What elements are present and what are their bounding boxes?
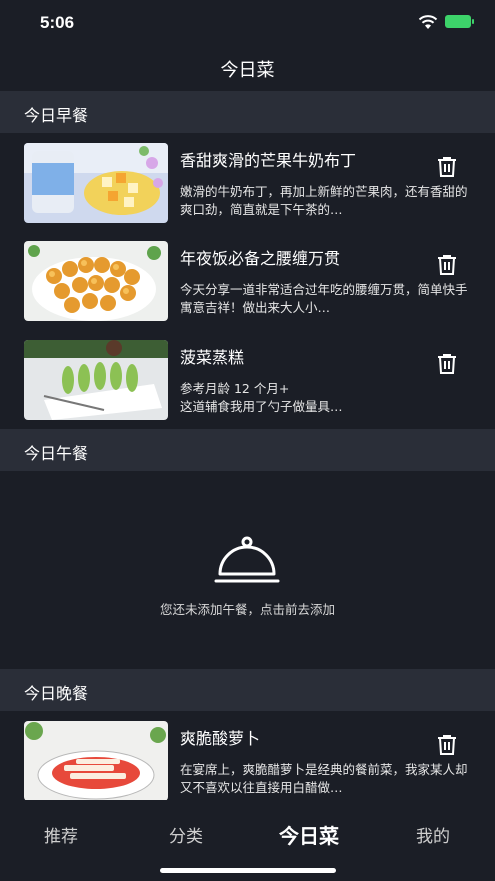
trash-icon[interactable] (435, 352, 459, 376)
trash-icon[interactable] (435, 253, 459, 277)
list-item[interactable]: 香甜爽滑的芒果牛奶布丁 嫩滑的牛奶布丁，再加上新鲜的芒果肉，还有香甜的爽口劲，简… (0, 143, 495, 231)
recipe-description: 嫩滑的牛奶布丁，再加上新鲜的芒果肉，还有香甜的爽口劲，简直就是下午茶的… (180, 184, 468, 217)
section-title: 今日晚餐 (24, 684, 89, 703)
recipe-title: 香甜爽滑的芒果牛奶布丁 (180, 151, 357, 170)
recipe-image-spinach-cake (24, 340, 168, 420)
tab-category[interactable]: 分类 (136, 822, 236, 847)
section-header-lunch: 今日午餐 (0, 429, 495, 471)
recipe-image-pickled-radish (24, 721, 168, 801)
section-header-breakfast: 今日早餐 (0, 91, 495, 133)
recipe-title: 爽脆酸萝卜 (180, 729, 261, 748)
status-time: 5:06 (40, 13, 75, 32)
recipe-image-fried-balls (24, 241, 168, 321)
recipe-title: 菠菜蒸糕 (180, 348, 245, 367)
lunch-empty-state[interactable]: 您还未添加午餐，点击前去添加 (0, 473, 495, 669)
list-item[interactable]: 爽脆酸萝卜 在宴席上，爽脆醋萝卜是经典的餐前菜，我家某人却又不喜欢以往直接用白醋… (0, 721, 495, 809)
wifi-icon (418, 15, 438, 29)
trash-icon[interactable] (435, 733, 459, 757)
section-header-dinner: 今日晚餐 (0, 669, 495, 711)
tab-recommend[interactable]: 推荐 (11, 822, 111, 847)
recipe-description: 参考月龄 12 个月+ 这道辅食我用了勺子做量具… (180, 381, 343, 414)
list-item[interactable]: 年夜饭必备之腰缠万贯 今天分享一道非常适合过年吃的腰缠万贯，简单快手寓意吉祥！做… (0, 241, 495, 329)
status-bar: 5:06 (0, 0, 495, 46)
cloche-icon[interactable] (214, 536, 280, 586)
empty-message: 您还未添加午餐，点击前去添加 (159, 602, 335, 617)
tab-today[interactable]: 今日菜 (259, 820, 359, 849)
list-item[interactable]: 菠菜蒸糕 参考月龄 12 个月+ 这道辅食我用了勺子做量具… (0, 340, 495, 428)
battery-icon (445, 15, 474, 28)
tab-mine[interactable]: 我的 (383, 822, 483, 847)
section-title: 今日早餐 (24, 106, 89, 125)
section-title: 今日午餐 (24, 444, 89, 463)
home-indicator (160, 868, 336, 873)
page-title: 今日菜 (220, 60, 275, 81)
recipe-description: 在宴席上，爽脆醋萝卜是经典的餐前菜，我家某人却又不喜欢以往直接用白醋做… (180, 762, 468, 795)
trash-icon[interactable] (435, 155, 459, 179)
recipe-description: 今天分享一道非常适合过年吃的腰缠万贯，简单快手寓意吉祥！做出来大人小… (180, 282, 468, 315)
recipe-image-mango-pudding (24, 143, 168, 223)
recipe-title: 年夜饭必备之腰缠万贯 (180, 249, 341, 268)
